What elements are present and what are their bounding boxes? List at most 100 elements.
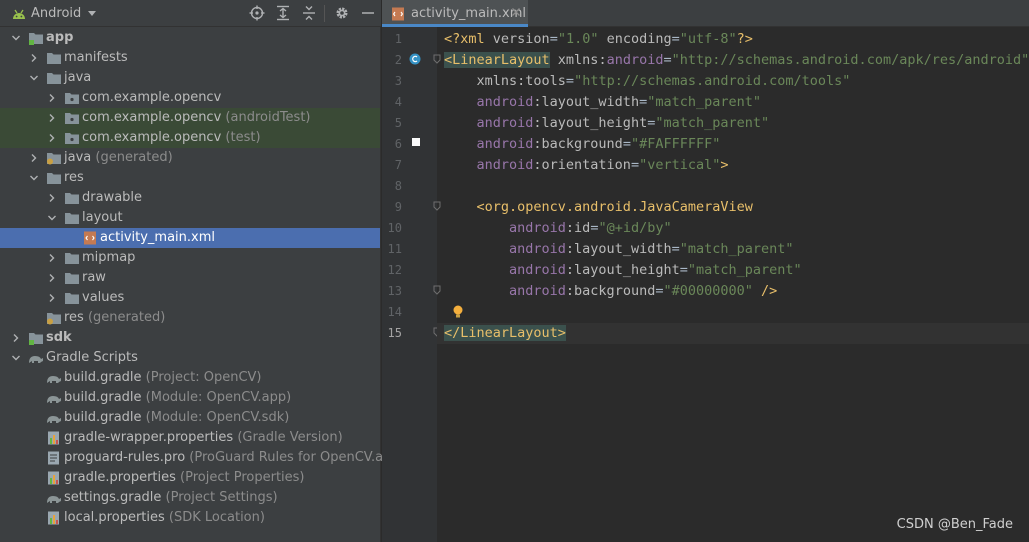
chevron-right-icon[interactable]	[46, 132, 58, 144]
tree-item-build-gradle[interactable]: build.gradle (Project: OpenCV)	[0, 368, 380, 388]
line-number: 7	[394, 158, 402, 172]
code-line[interactable]: android:layout_width="match_parent"	[437, 92, 1029, 113]
chevron-right-icon[interactable]	[46, 272, 58, 284]
code-line[interactable]: <LinearLayout xmlns:android="http://sche…	[437, 50, 1029, 71]
class-marker-icon[interactable]	[409, 53, 421, 65]
minimize-icon[interactable]	[360, 5, 376, 21]
chevron-down-icon[interactable]	[46, 212, 58, 224]
folder-icon	[47, 73, 61, 84]
tree-item-build-gradle[interactable]: build.gradle (Module: OpenCV.app)	[0, 388, 380, 408]
code-line[interactable]: android:layout_height="match_parent"	[437, 260, 1029, 281]
tree-item-gradle-scripts[interactable]: Gradle Scripts	[0, 348, 380, 368]
tree-item-app[interactable]: app	[0, 28, 380, 48]
tree-item-com-example-opencv[interactable]: com.example.opencv (test)	[0, 128, 380, 148]
line-number: 5	[394, 116, 402, 130]
tree-item-java[interactable]: java (generated)	[0, 148, 380, 168]
chevron-down-icon[interactable]	[10, 352, 22, 364]
properties-file-icon	[48, 471, 59, 485]
code-line-content: <LinearLayout xmlns:android="http://sche…	[444, 50, 1029, 71]
collapse-all-icon[interactable]	[301, 5, 317, 21]
chevron-down-icon[interactable]	[28, 172, 40, 184]
tree-item-res[interactable]: res	[0, 168, 380, 188]
tree-item-activity-main-xml[interactable]: activity_main.xml	[0, 228, 380, 248]
generated-folder-icon	[47, 153, 61, 165]
code-line[interactable]: </LinearLayout>	[437, 323, 1029, 344]
code-line[interactable]: <org.opencv.android.JavaCameraView	[437, 197, 1029, 218]
editor-tab-activity-main[interactable]: activity_main.xml	[382, 0, 528, 27]
code-token: "@+id/by"	[598, 220, 672, 236]
code-line[interactable]	[437, 176, 1029, 197]
tree-item-label: mipmap	[82, 250, 135, 265]
tree-item-gradle-wrapper-properties[interactable]: gradle-wrapper.properties (Gradle Versio…	[0, 428, 380, 448]
tree-item-settings-gradle[interactable]: settings.gradle (Project Settings)	[0, 488, 380, 508]
code-token: />	[752, 283, 778, 299]
code-line[interactable]: xmlns:tools="http://schemas.android.com/…	[437, 71, 1029, 92]
tree-item-values[interactable]: values	[0, 288, 380, 308]
tree-item-name: sdk	[46, 330, 72, 345]
chevron-right-icon[interactable]	[28, 152, 40, 164]
code-token: <LinearLayout	[444, 52, 550, 68]
folder-icon	[47, 53, 61, 64]
tree-item-name: build.gradle	[64, 410, 142, 425]
code-token: "http://schemas.android.com/apk/res/andr…	[671, 52, 1029, 68]
line-number: 10	[387, 221, 402, 235]
line-number: 11	[387, 242, 402, 256]
code-line[interactable]: android:orientation="vertical">	[437, 155, 1029, 176]
watermark-text: CSDN @Ben_Fade	[896, 517, 1013, 532]
code-area[interactable]: <?xml version="1.0" encoding="utf-8"?> <L…	[437, 27, 1029, 542]
chevron-right-icon[interactable]	[28, 52, 40, 64]
line-number: 1	[394, 32, 402, 46]
lightbulb-icon[interactable]	[452, 305, 464, 319]
tree-item-manifests[interactable]: manifests	[0, 48, 380, 68]
locate-file-icon[interactable]	[249, 5, 265, 21]
tree-item-build-gradle[interactable]: build.gradle (Module: OpenCV.sdk)	[0, 408, 380, 428]
code-line-content: <?xml version="1.0" encoding="utf-8"?>	[444, 29, 753, 50]
gear-icon[interactable]	[334, 5, 350, 21]
code-token: =	[630, 157, 640, 173]
tree-item-layout[interactable]: layout	[0, 208, 380, 228]
chevron-right-icon[interactable]	[10, 332, 22, 344]
code-line[interactable]: android:background="#FAFFFFFF"	[437, 134, 1029, 155]
tree-item-com-example-opencv[interactable]: com.example.opencv	[0, 88, 380, 108]
tree-item-raw[interactable]: raw	[0, 268, 380, 288]
tree-item-label: com.example.opencv (test)	[82, 130, 261, 145]
code-line[interactable]: android:background="#00000000" />	[437, 281, 1029, 302]
code-line[interactable]	[437, 302, 1029, 323]
code-token: =	[639, 94, 648, 110]
chevron-down-icon[interactable]	[28, 72, 40, 84]
tree-item-mipmap[interactable]: mipmap	[0, 248, 380, 268]
code-line[interactable]: <?xml version="1.0" encoding="utf-8"?>	[437, 29, 1029, 50]
tree-item-gradle-properties[interactable]: gradle.properties (Project Properties)	[0, 468, 380, 488]
project-view-selector[interactable]: Android	[31, 6, 81, 21]
code-line[interactable]: android:layout_height="match_parent"	[437, 113, 1029, 134]
package-icon	[65, 113, 79, 124]
chevron-down-icon[interactable]	[86, 7, 98, 19]
tree-item-java[interactable]: java	[0, 68, 380, 88]
chevron-right-icon[interactable]	[46, 192, 58, 204]
folder-icon	[65, 193, 79, 204]
line-number: 6	[394, 137, 402, 151]
expand-all-icon[interactable]	[275, 5, 291, 21]
tree-item-suffix: (generated)	[83, 310, 166, 325]
chevron-right-icon[interactable]	[46, 92, 58, 104]
color-swatch-icon[interactable]	[411, 137, 423, 149]
tree-item-local-properties[interactable]: local.properties (SDK Location)	[0, 508, 380, 528]
code-token: android	[444, 220, 566, 236]
tree-item-label: com.example.opencv	[82, 90, 221, 105]
code-line[interactable]: android:id="@+id/by"	[437, 218, 1029, 239]
chevron-right-icon[interactable]	[46, 112, 58, 124]
module-folder-icon	[29, 333, 43, 345]
chevron-right-icon[interactable]	[46, 252, 58, 264]
tree-item-com-example-opencv[interactable]: com.example.opencv (androidTest)	[0, 108, 380, 128]
tree-item-res[interactable]: res (generated)	[0, 308, 380, 328]
code-token: "#FAFFFFFF"	[630, 136, 721, 152]
tree-item-drawable[interactable]: drawable	[0, 188, 380, 208]
close-icon[interactable]	[510, 6, 522, 18]
tree-item-proguard-rules-pro[interactable]: proguard-rules.pro (ProGuard Rules for O…	[0, 448, 405, 468]
tree-item-name: proguard-rules.pro	[64, 450, 186, 465]
chevron-right-icon[interactable]	[46, 292, 58, 304]
chevron-down-icon[interactable]	[10, 32, 22, 44]
code-line[interactable]: android:layout_width="match_parent"	[437, 239, 1029, 260]
tree-item-sdk[interactable]: sdk	[0, 328, 380, 348]
code-line-content: android:background="#FAFFFFFF"	[444, 134, 721, 155]
